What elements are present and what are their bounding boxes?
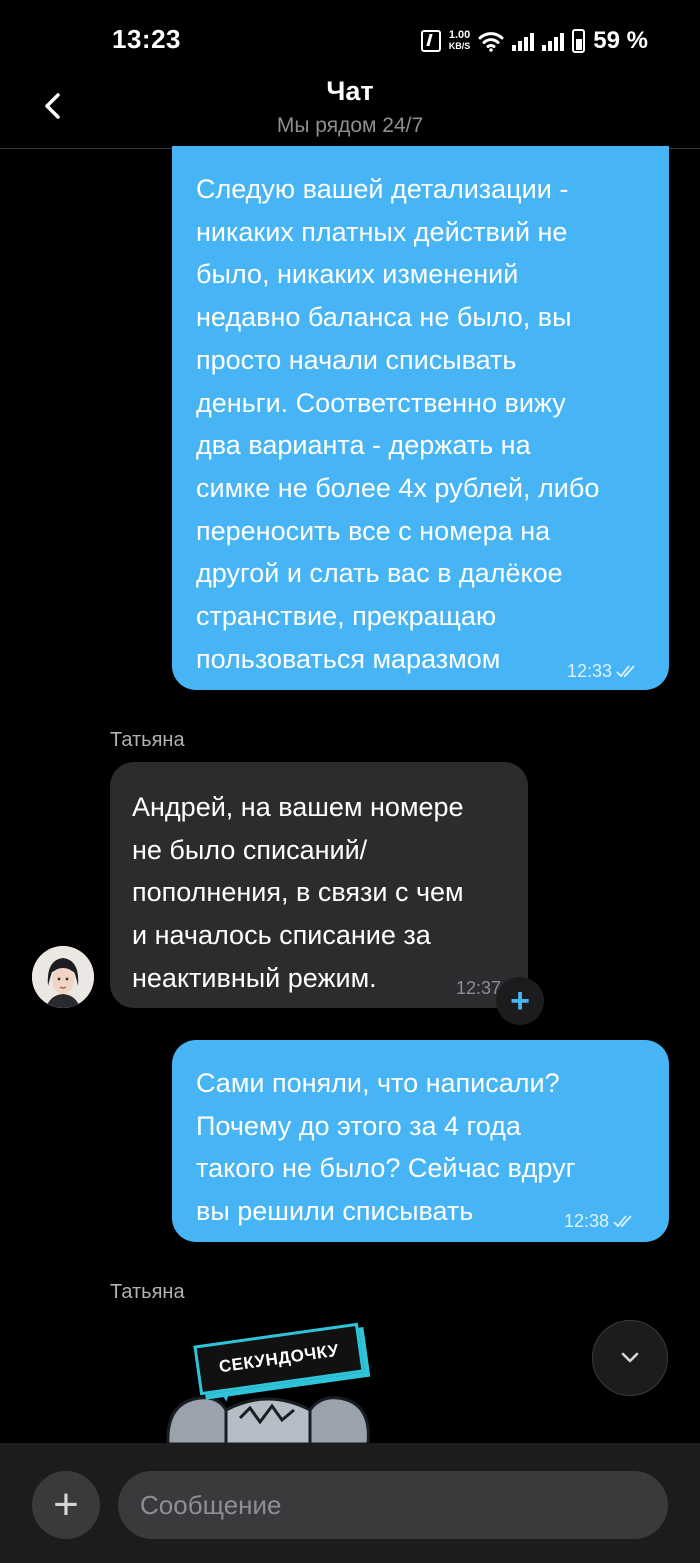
message-meta: 12:33 bbox=[567, 650, 636, 693]
sender-name: Татьяна bbox=[110, 729, 185, 751]
double-check-icon bbox=[616, 665, 635, 678]
network-speed-value: 1.00 bbox=[448, 29, 471, 41]
message-meta: 12:37 bbox=[456, 967, 501, 1010]
composer-bar: + bbox=[0, 1443, 700, 1563]
outgoing-message[interactable]: Сами поняли, что написали? Почему до это… bbox=[172, 1040, 669, 1242]
nfc-icon bbox=[420, 30, 441, 52]
network-speed: 1.00 KB/S bbox=[449, 30, 471, 52]
chevron-down-icon bbox=[621, 1352, 639, 1363]
sticker-message[interactable]: СЕКУНДОЧКУ bbox=[160, 1318, 380, 1444]
signal-icon-sim1 bbox=[512, 31, 535, 51]
message-input[interactable] bbox=[118, 1471, 668, 1539]
status-icons: 1.00 KB/S 59 % bbox=[420, 26, 648, 56]
message-meta: 12:38 bbox=[564, 1200, 633, 1243]
double-check-icon bbox=[613, 1215, 632, 1228]
chat-subtitle: Мы рядом 24/7 bbox=[276, 114, 424, 137]
avatar[interactable] bbox=[32, 946, 94, 1008]
attach-button[interactable]: + bbox=[32, 1471, 100, 1539]
plus-icon: + bbox=[510, 982, 530, 1020]
add-reaction-button[interactable]: + bbox=[496, 977, 544, 1025]
chat-header: Чат Мы рядом 24/7 bbox=[0, 66, 700, 149]
status-time: 13:23 bbox=[112, 24, 181, 54]
scroll-down-button[interactable] bbox=[592, 1320, 668, 1396]
plus-icon: + bbox=[53, 1480, 79, 1529]
status-bar: 13:23 1.00 KB/S 59 % bbox=[0, 0, 700, 66]
message-time: 12:33 bbox=[567, 661, 613, 681]
battery-icon bbox=[572, 29, 586, 53]
network-speed-unit: KB/S bbox=[448, 41, 471, 51]
message-text: Следую вашей детализации - никаких платн… bbox=[196, 174, 600, 674]
chat-title: Чат bbox=[326, 76, 374, 106]
message-text: Андрей, на вашем номере не было списаний… bbox=[132, 792, 464, 993]
incoming-message[interactable]: Андрей, на вашем номере не было списаний… bbox=[110, 762, 528, 1008]
message-time: 12:37 bbox=[456, 978, 502, 998]
wifi-icon bbox=[478, 32, 504, 52]
message-time: 12:38 bbox=[564, 1211, 610, 1231]
signal-icon-sim2 bbox=[542, 31, 565, 51]
sender-name: Татьяна bbox=[110, 1281, 185, 1303]
avatar-image bbox=[32, 946, 94, 1008]
outgoing-message[interactable]: Следую вашей детализации - никаких платн… bbox=[172, 146, 669, 690]
battery-level: 59 % bbox=[593, 27, 648, 54]
